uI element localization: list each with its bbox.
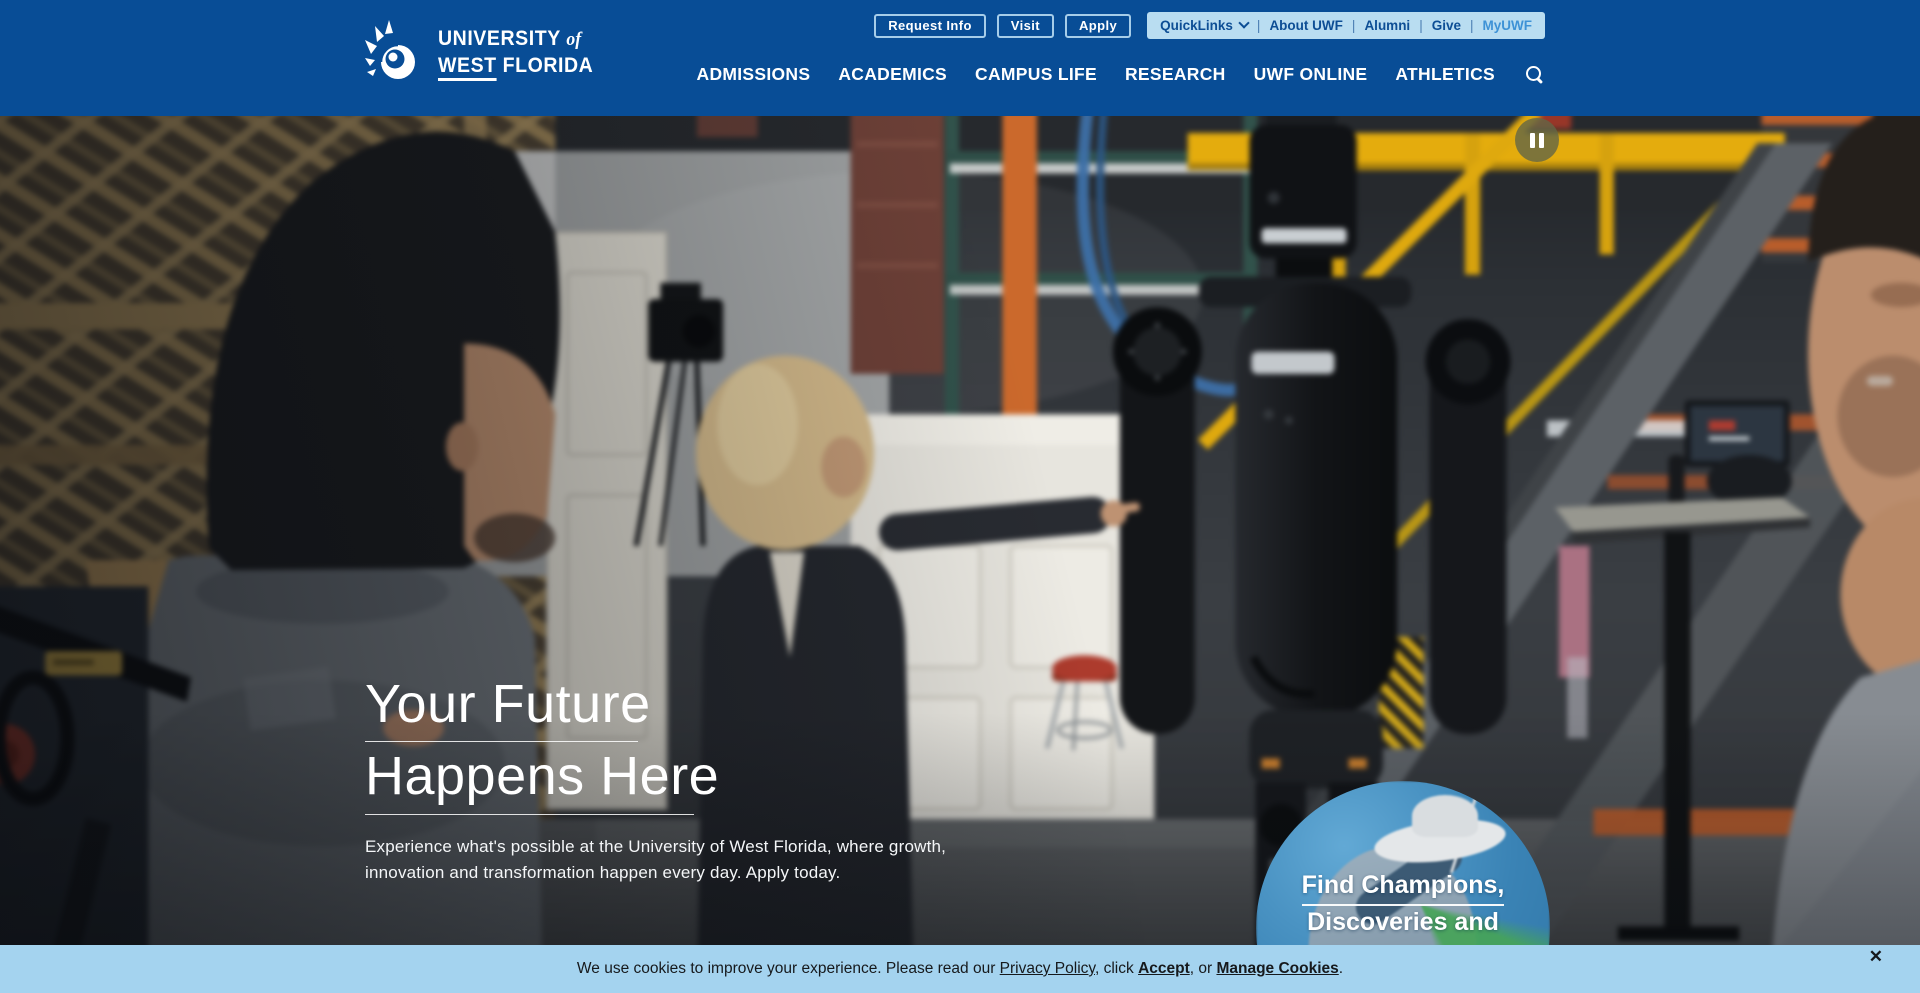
uwf-logo[interactable]: UNIVERSITY of WEST FLORIDA bbox=[365, 20, 605, 86]
hero-copy: Your Future Happens Here Experience what… bbox=[365, 674, 965, 886]
nav-athletics[interactable]: ATHLETICS bbox=[1395, 64, 1495, 85]
title-underline bbox=[365, 814, 694, 815]
separator: | bbox=[1257, 18, 1261, 33]
myuwf-link[interactable]: MyUWF bbox=[1483, 18, 1533, 33]
pause-icon bbox=[1530, 133, 1535, 148]
cookie-banner: We use cookies to improve your experienc… bbox=[0, 945, 1920, 993]
apply-button[interactable]: Apply bbox=[1065, 14, 1131, 38]
pause-button[interactable] bbox=[1515, 118, 1559, 162]
pause-icon bbox=[1539, 133, 1544, 148]
hero-description: Experience what's possible at the Univer… bbox=[365, 834, 965, 886]
separator: | bbox=[1470, 18, 1474, 33]
logo-wordmark: UNIVERSITY of WEST FLORIDA bbox=[438, 26, 593, 80]
accept-cookies-link[interactable]: Accept bbox=[1138, 960, 1190, 977]
give-link[interactable]: Give bbox=[1432, 18, 1461, 33]
hero-title-line1: Your Future bbox=[365, 674, 965, 734]
search-icon[interactable] bbox=[1525, 65, 1545, 85]
badge-caption: Find Champions, Discoveries and bbox=[1256, 869, 1550, 938]
separator: | bbox=[1419, 18, 1423, 33]
site-header: UNIVERSITY of WEST FLORIDA Request Info … bbox=[0, 0, 1920, 116]
request-info-button[interactable]: Request Info bbox=[874, 14, 986, 38]
close-icon[interactable]: ✕ bbox=[1869, 947, 1883, 967]
main-navigation: ADMISSIONS ACADEMICS CAMPUS LIFE RESEARC… bbox=[697, 64, 1546, 85]
nautilus-shell-icon bbox=[365, 20, 423, 86]
quicklinks-bar: QuickLinks | About UWF | Alumni | Give |… bbox=[1147, 12, 1545, 39]
hero-title-line2: Happens Here bbox=[365, 746, 965, 806]
utility-bar: Request Info Visit Apply QuickLinks | Ab… bbox=[874, 12, 1545, 39]
title-underline bbox=[365, 741, 638, 742]
chevron-down-icon bbox=[1238, 17, 1249, 28]
hero-video-section: Your Future Happens Here Experience what… bbox=[0, 116, 1920, 993]
nav-admissions[interactable]: ADMISSIONS bbox=[697, 64, 811, 85]
manage-cookies-link[interactable]: Manage Cookies bbox=[1216, 960, 1338, 977]
nav-research[interactable]: RESEARCH bbox=[1125, 64, 1226, 85]
nav-campus-life[interactable]: CAMPUS LIFE bbox=[975, 64, 1097, 85]
cookie-text: We use cookies to improve your experienc… bbox=[577, 960, 1343, 978]
alumni-link[interactable]: Alumni bbox=[1364, 18, 1410, 33]
nav-uwf-online[interactable]: UWF ONLINE bbox=[1254, 64, 1368, 85]
privacy-policy-link[interactable]: Privacy Policy bbox=[1000, 960, 1095, 977]
visit-button[interactable]: Visit bbox=[997, 14, 1054, 38]
separator: | bbox=[1352, 18, 1356, 33]
about-uwf-link[interactable]: About UWF bbox=[1269, 18, 1342, 33]
quicklinks-dropdown[interactable]: QuickLinks bbox=[1160, 18, 1248, 33]
nav-academics[interactable]: ACADEMICS bbox=[838, 64, 947, 85]
